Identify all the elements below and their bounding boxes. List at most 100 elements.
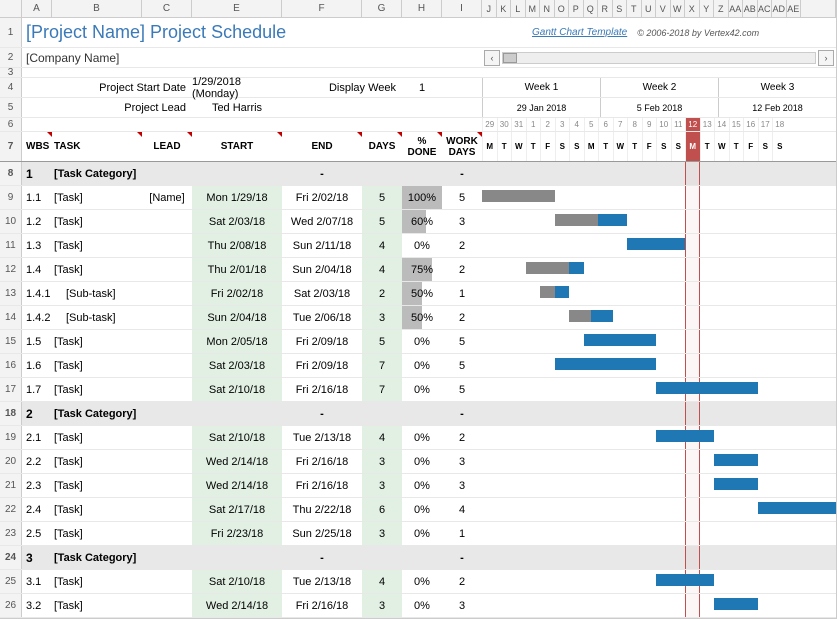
- cell-pct[interactable]: 0%: [402, 426, 442, 449]
- col-K[interactable]: K: [497, 0, 512, 17]
- row-header[interactable]: 25: [0, 570, 22, 593]
- gantt-bar[interactable]: [482, 190, 555, 202]
- hdr-end[interactable]: END: [311, 141, 332, 152]
- task-row[interactable]: 91.1[Task][Name]Mon 1/29/18Fri 2/02/1851…: [0, 186, 836, 210]
- task-row[interactable]: 121.4[Task]Thu 2/01/18Sun 2/04/18475%2: [0, 258, 836, 282]
- cell-task[interactable]: [Sub-task]: [52, 306, 142, 329]
- cell-wbs[interactable]: 3.1: [22, 570, 52, 593]
- cell-start[interactable]: Wed 2/14/18: [192, 474, 282, 497]
- start-date-value[interactable]: 1/29/2018 (Monday): [192, 76, 282, 100]
- cell-pct[interactable]: [402, 162, 442, 185]
- cell-wbs[interactable]: 1.1: [22, 186, 52, 209]
- cell-end[interactable]: -: [282, 402, 362, 425]
- col-J[interactable]: J: [482, 0, 497, 17]
- col-A[interactable]: A: [22, 0, 52, 17]
- cell-days[interactable]: [362, 546, 402, 569]
- hdr-work[interactable]: WORK DAYS: [442, 136, 482, 158]
- cell-start[interactable]: Sat 2/10/18: [192, 570, 282, 593]
- cell-start[interactable]: Thu 2/01/18: [192, 258, 282, 281]
- task-row[interactable]: 253.1[Task]Sat 2/10/18Tue 2/13/1840%2: [0, 570, 836, 594]
- row-header[interactable]: 9: [0, 186, 22, 209]
- cell-end[interactable]: Fri 2/16/18: [282, 450, 362, 473]
- cell-work[interactable]: -: [442, 546, 482, 569]
- cell-task[interactable]: [Task Category]: [52, 402, 142, 425]
- cell-lead[interactable]: [142, 162, 192, 185]
- task-row[interactable]: 202.2[Task]Wed 2/14/18Fri 2/16/1830%3: [0, 450, 836, 474]
- col-O[interactable]: O: [555, 0, 570, 17]
- col-L[interactable]: L: [511, 0, 526, 17]
- gantt-bar[interactable]: [656, 430, 714, 442]
- cell-end[interactable]: Fri 2/16/18: [282, 594, 362, 617]
- lead-value[interactable]: Ted Harris: [212, 102, 262, 114]
- row-header[interactable]: 12: [0, 258, 22, 281]
- row-header[interactable]: 16: [0, 354, 22, 377]
- page-title[interactable]: [Project Name] Project Schedule: [22, 22, 286, 43]
- cell-lead[interactable]: [142, 402, 192, 425]
- col-U[interactable]: U: [642, 0, 657, 17]
- cell-start[interactable]: [192, 546, 282, 569]
- cell-task[interactable]: [Task Category]: [52, 546, 142, 569]
- cell-lead[interactable]: [142, 234, 192, 257]
- col-AD[interactable]: AD: [772, 0, 787, 17]
- cell-lead[interactable]: [142, 330, 192, 353]
- cell-pct[interactable]: 60%: [402, 210, 442, 233]
- cell-end[interactable]: Fri 2/16/18: [282, 378, 362, 401]
- cell-start[interactable]: Mon 2/05/18: [192, 330, 282, 353]
- task-row[interactable]: 131.4.1[Sub-task]Fri 2/02/18Sat 2/03/182…: [0, 282, 836, 306]
- cell-lead[interactable]: [142, 474, 192, 497]
- cell-end[interactable]: Tue 2/06/18: [282, 306, 362, 329]
- cell-pct[interactable]: 50%: [402, 306, 442, 329]
- cell-task[interactable]: [Task]: [52, 234, 142, 257]
- cell-wbs[interactable]: 3: [22, 546, 52, 569]
- cell-days[interactable]: 5: [362, 330, 402, 353]
- cell-wbs[interactable]: 2.2: [22, 450, 52, 473]
- cell-task[interactable]: [Task]: [52, 258, 142, 281]
- cell-pct[interactable]: 0%: [402, 378, 442, 401]
- cell-end[interactable]: Thu 2/22/18: [282, 498, 362, 521]
- cell-end[interactable]: Sun 2/11/18: [282, 234, 362, 257]
- cell-lead[interactable]: [142, 426, 192, 449]
- gantt-bar[interactable]: [627, 238, 685, 250]
- cell-lead[interactable]: [142, 306, 192, 329]
- row-header[interactable]: 18: [0, 402, 22, 425]
- cell-days[interactable]: 5: [362, 186, 402, 209]
- col-Z[interactable]: Z: [714, 0, 729, 17]
- col-Q[interactable]: Q: [584, 0, 599, 17]
- cell-start[interactable]: Fri 2/23/18: [192, 522, 282, 545]
- cell-start[interactable]: Mon 1/29/18: [192, 186, 282, 209]
- cell-end[interactable]: Tue 2/13/18: [282, 426, 362, 449]
- task-row[interactable]: 161.6[Task]Sat 2/03/18Fri 2/09/1870%5: [0, 354, 836, 378]
- cell-days[interactable]: [362, 162, 402, 185]
- task-row[interactable]: 141.4.2[Sub-task]Sun 2/04/18Tue 2/06/183…: [0, 306, 836, 330]
- task-row[interactable]: 111.3[Task]Thu 2/08/18Sun 2/11/1840%2: [0, 234, 836, 258]
- cell-end[interactable]: Wed 2/07/18: [282, 210, 362, 233]
- cell-lead[interactable]: [142, 450, 192, 473]
- task-row[interactable]: 263.2[Task]Wed 2/14/18Fri 2/16/1830%3: [0, 594, 836, 618]
- cell-pct[interactable]: 0%: [402, 498, 442, 521]
- cell-days[interactable]: 6: [362, 498, 402, 521]
- cell-end[interactable]: -: [282, 546, 362, 569]
- cell-lead[interactable]: [142, 354, 192, 377]
- cell-task[interactable]: [Task]: [52, 450, 142, 473]
- cell-work[interactable]: 5: [442, 186, 482, 209]
- gantt-bar[interactable]: [656, 382, 758, 394]
- cell-wbs[interactable]: 2: [22, 402, 52, 425]
- row-header[interactable]: 15: [0, 330, 22, 353]
- cell-wbs[interactable]: 1.4.2: [22, 306, 52, 329]
- cell-task[interactable]: [Task]: [52, 594, 142, 617]
- row-header[interactable]: 1: [0, 18, 22, 47]
- col-X[interactable]: X: [685, 0, 700, 17]
- cell-end[interactable]: Fri 2/16/18: [282, 474, 362, 497]
- cell-days[interactable]: 5: [362, 210, 402, 233]
- cell-task[interactable]: [Task]: [52, 378, 142, 401]
- cell-pct[interactable]: [402, 402, 442, 425]
- col-G[interactable]: G: [362, 0, 402, 17]
- col-R[interactable]: R: [598, 0, 613, 17]
- category-row[interactable]: 81[Task Category]--: [0, 162, 836, 186]
- cell-wbs[interactable]: 1.4: [22, 258, 52, 281]
- col-W[interactable]: W: [671, 0, 686, 17]
- cell-lead[interactable]: [142, 594, 192, 617]
- row-header[interactable]: 19: [0, 426, 22, 449]
- cell-work[interactable]: 1: [442, 282, 482, 305]
- cell-days[interactable]: 7: [362, 378, 402, 401]
